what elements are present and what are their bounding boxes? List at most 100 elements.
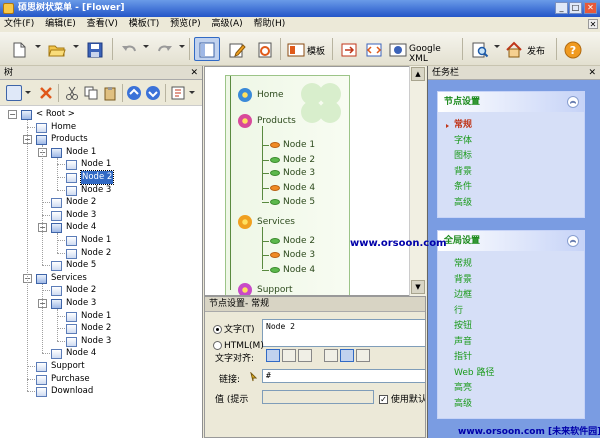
tree-node[interactable]: Node 2 (0, 322, 200, 335)
valign-top-icon[interactable] (324, 349, 338, 362)
sort-icon[interactable] (170, 85, 186, 101)
google-xml-button[interactable]: Google XML (386, 37, 458, 64)
task-panel-close-icon[interactable]: ✕ (588, 66, 596, 80)
minimize-button[interactable]: _ (555, 2, 568, 14)
scroll-down-icon[interactable]: ▼ (411, 280, 425, 294)
tree-node[interactable]: Support (0, 360, 200, 373)
expand-collapse-icon[interactable]: − (8, 110, 17, 119)
tree-node[interactable]: Node 5 (0, 259, 200, 272)
task-link[interactable]: 背景 (438, 165, 584, 181)
link-field[interactable]: # (262, 369, 425, 383)
tree-node[interactable]: Node 2 (0, 247, 200, 260)
html-radio[interactable]: HTML(M) (213, 341, 264, 351)
preview-menu-item[interactable]: Support (257, 284, 293, 295)
delete-icon[interactable] (38, 85, 54, 101)
publish-button[interactable]: 发布 (502, 37, 550, 61)
undo-button[interactable] (116, 37, 140, 61)
export-button[interactable] (336, 37, 360, 61)
menu-preview[interactable]: 预览(P) (166, 17, 204, 32)
task-link[interactable]: 高级 (438, 397, 584, 413)
tree-node[interactable]: Node 1 (0, 310, 200, 323)
open-button[interactable] (44, 37, 70, 61)
global-settings-header[interactable]: 全局设置 ︽ (438, 231, 584, 251)
task-link[interactable]: 高亮 (438, 381, 584, 397)
collapse-icon[interactable]: ︽ (567, 235, 579, 247)
template-button[interactable]: 模板 (284, 37, 328, 61)
menu-advanced[interactable]: 高级(A) (207, 17, 246, 32)
tree-node[interactable]: Download (0, 385, 200, 398)
task-link[interactable]: 高级 (438, 196, 584, 212)
align-center-icon[interactable] (282, 349, 296, 362)
preview-scrollbar[interactable]: ▲ ▼ (409, 66, 426, 296)
new-button[interactable] (6, 37, 32, 61)
use-default-checkbox[interactable]: ✓ 使用默认 (379, 392, 425, 405)
task-link[interactable]: 图标 (438, 149, 584, 165)
tree-view-button[interactable] (194, 37, 220, 61)
preview-dropdown-icon[interactable] (494, 45, 500, 48)
tree-node[interactable]: Home (0, 121, 200, 134)
menu-view[interactable]: 查看(V) (83, 17, 122, 32)
mdi-close-icon[interactable]: ✕ (588, 19, 598, 29)
preview-button[interactable] (467, 37, 491, 61)
preview-submenu-item[interactable]: Node 2 (283, 235, 315, 247)
use-default-check-icon[interactable]: ✓ (379, 395, 388, 404)
task-link[interactable]: 按钮 (438, 319, 584, 335)
sort-dropdown-icon[interactable] (189, 91, 195, 94)
task-link[interactable]: 指针 (438, 350, 584, 366)
preview-submenu-item[interactable]: Node 3 (283, 249, 315, 261)
tree-node[interactable]: Node 2 (0, 170, 200, 185)
task-link[interactable]: 字体 (438, 134, 584, 150)
preview-submenu-item[interactable]: Node 4 (283, 264, 315, 276)
node-text-field[interactable]: Node 2 (262, 319, 425, 347)
node-settings-header[interactable]: 节点设置 ︽ (438, 92, 584, 112)
tree-node[interactable]: − Services (0, 272, 200, 285)
copy-icon[interactable] (83, 85, 99, 101)
save-button[interactable] (82, 37, 108, 61)
html-export-button[interactable] (361, 37, 385, 61)
menu-edit[interactable]: 编辑(E) (41, 17, 80, 32)
menu-help[interactable]: 帮助(H) (250, 17, 290, 32)
tree-node[interactable]: Node 3 (0, 335, 200, 348)
task-link[interactable]: Web 路径 (438, 366, 584, 382)
move-down-icon[interactable] (145, 85, 161, 101)
refresh-preview-button[interactable] (252, 37, 276, 61)
edit-properties-button[interactable] (224, 37, 250, 61)
align-right-icon[interactable] (298, 349, 312, 362)
tree-node[interactable]: − Node 3 (0, 297, 200, 310)
text-radio[interactable]: 文字(T) (213, 322, 255, 335)
tree-node[interactable]: Node 1 (0, 158, 200, 171)
tree-node[interactable]: − < Root > (0, 108, 200, 121)
title-bar[interactable]: 硕思树状菜单 - [Flower] _ □ ✕ (0, 0, 600, 17)
add-node-icon[interactable] (6, 85, 22, 101)
tree-node[interactable]: Node 2 (0, 196, 200, 209)
tree-node[interactable]: − Node 4 (0, 221, 200, 234)
open-dropdown-icon[interactable] (73, 45, 79, 48)
task-link[interactable]: 背景 (438, 273, 584, 289)
task-link[interactable]: 声音 (438, 335, 584, 351)
paste-icon[interactable] (102, 85, 118, 101)
tree-node[interactable]: Node 2 (0, 284, 200, 297)
preview-submenu-item[interactable]: Node 1 (283, 139, 315, 151)
move-up-icon[interactable] (126, 85, 142, 101)
tooltip-field[interactable] (262, 390, 374, 404)
valign-middle-icon[interactable] (340, 349, 354, 362)
preview-submenu-item[interactable]: Node 4 (283, 182, 315, 194)
new-dropdown-icon[interactable] (35, 45, 41, 48)
close-window-button[interactable]: ✕ (584, 2, 597, 14)
collapse-icon[interactable]: ︽ (567, 96, 579, 108)
menu-template[interactable]: 模板(T) (125, 17, 164, 32)
valign-bottom-icon[interactable] (356, 349, 370, 362)
undo-dropdown-icon[interactable] (143, 45, 149, 48)
tree-node[interactable]: − Node 1 (0, 146, 200, 159)
preview-submenu-item[interactable]: Node 5 (283, 196, 315, 208)
cut-icon[interactable] (64, 85, 80, 101)
task-link[interactable]: 常规 (438, 257, 584, 273)
text-radio-dot[interactable] (213, 325, 222, 334)
redo-dropdown-icon[interactable] (179, 45, 185, 48)
redo-button[interactable] (152, 37, 176, 61)
preview-submenu-item[interactable]: Node 2 (283, 154, 315, 166)
task-link[interactable]: 边框 (438, 288, 584, 304)
preview-menu-item[interactable]: Home (257, 89, 284, 101)
align-left-icon[interactable] (266, 349, 280, 362)
tree-node[interactable]: Purchase (0, 373, 200, 386)
